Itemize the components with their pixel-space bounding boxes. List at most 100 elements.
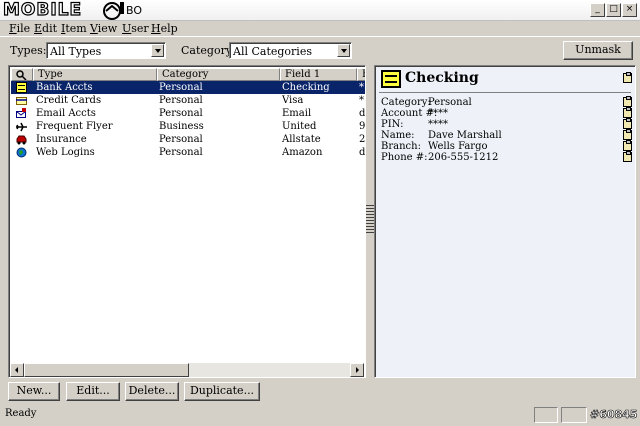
filter-toolbar: Types: All Types Category: All Categorie… xyxy=(0,39,640,63)
action-button-row: New... Edit... Delete... Duplicate... xyxy=(0,382,640,402)
maximize-button[interactable]: □ xyxy=(606,3,621,17)
bank-icon xyxy=(16,82,27,93)
status-text: Ready xyxy=(5,408,37,419)
column-header-icon[interactable] xyxy=(11,68,33,81)
watermark: #60845 xyxy=(590,408,638,422)
menu-help[interactable]: Help xyxy=(151,22,178,35)
delete-button[interactable]: Delete... xyxy=(125,382,179,401)
cell-field1: United xyxy=(282,121,317,132)
field-value: **** xyxy=(428,108,448,119)
cell-category: Personal xyxy=(159,108,203,119)
list-item[interactable]: Credit Cards Personal Visa * xyxy=(11,94,365,107)
clipboard-icon[interactable] xyxy=(623,151,632,162)
types-value: All Types xyxy=(50,45,102,58)
field-value: Personal xyxy=(428,97,472,108)
detail-pane: Checking Category: Personal Account #: *… xyxy=(374,65,636,378)
item-list[interactable]: Type Category Field 1 F Bank Accts Perso… xyxy=(8,65,366,378)
list-header: Type Category Field 1 F xyxy=(11,68,365,81)
cell-category: Personal xyxy=(159,134,203,145)
category-value: All Categories xyxy=(233,45,312,58)
clipboard-icon[interactable] xyxy=(623,72,632,83)
list-item[interactable]: Bank Accts Personal Checking * xyxy=(11,81,365,94)
cell-type: Insurance xyxy=(36,134,87,145)
cell-field2: d: xyxy=(359,147,366,158)
field-value: Wells Fargo xyxy=(428,141,488,152)
field-label: Phone #: xyxy=(381,152,428,163)
menu-view[interactable]: View xyxy=(90,22,117,35)
horizontal-scrollbar[interactable] xyxy=(10,363,364,377)
clipboard-icon[interactable] xyxy=(623,118,632,129)
splitter-grip-icon[interactable] xyxy=(366,205,374,235)
credit-card-icon xyxy=(16,97,27,105)
scroll-right-button[interactable] xyxy=(350,363,364,377)
menu-edit[interactable]: Edit xyxy=(34,22,57,35)
new-button[interactable]: New... xyxy=(8,382,60,401)
divider xyxy=(379,92,631,93)
key-icon xyxy=(16,70,27,80)
arrow-left-icon xyxy=(15,367,18,373)
status-bar: Ready xyxy=(0,404,640,426)
cell-field2: d: xyxy=(359,108,366,119)
list-item[interactable]: Email Accts Personal Email d: xyxy=(11,107,365,120)
types-dropdown[interactable]: All Types xyxy=(46,42,166,59)
email-icon xyxy=(16,108,26,118)
clipboard-icon[interactable] xyxy=(623,140,632,151)
status-panel xyxy=(561,407,587,423)
cell-category: Personal xyxy=(159,147,203,158)
title-bar: MOBILE BO _ □ × xyxy=(0,0,640,21)
list-item[interactable]: Web Logins Personal Amazon d: xyxy=(11,146,365,159)
category-dropdown[interactable]: All Categories xyxy=(229,42,352,59)
unmask-button[interactable]: Unmask xyxy=(563,41,633,60)
cell-type: Credit Cards xyxy=(36,95,102,106)
logo-text: MOBILE xyxy=(2,0,83,20)
clipboard-icon[interactable] xyxy=(623,129,632,140)
car-icon xyxy=(16,135,27,145)
field-label: PIN: xyxy=(381,119,404,130)
list-item[interactable]: Insurance Personal Allstate 2: xyxy=(11,133,365,146)
app-logo: MOBILE xyxy=(2,0,83,20)
minimize-button[interactable]: _ xyxy=(590,3,605,17)
arrow-right-icon xyxy=(356,367,359,373)
menu-user[interactable]: User xyxy=(122,22,149,35)
chevron-down-icon[interactable] xyxy=(151,44,164,57)
column-header-type[interactable]: Type xyxy=(33,68,157,81)
cell-field2: * xyxy=(359,95,364,106)
airplane-icon xyxy=(16,122,27,132)
cell-type: Bank Accts xyxy=(36,82,93,93)
bank-icon xyxy=(381,70,401,88)
cell-category: Personal xyxy=(159,82,203,93)
menu-file[interactable]: File xyxy=(9,22,30,35)
cell-field2: 9: xyxy=(359,121,366,132)
cell-field1: Amazon xyxy=(282,147,323,158)
globe-icon xyxy=(16,147,27,158)
window-title: BO xyxy=(126,4,143,17)
column-header-category[interactable]: Category xyxy=(157,68,280,81)
cell-type: Email Accts xyxy=(36,108,96,119)
edit-button[interactable]: Edit... xyxy=(66,382,120,401)
cell-field1: Email xyxy=(282,108,312,119)
cell-field2: * xyxy=(359,82,364,93)
column-header-field2[interactable]: F xyxy=(357,68,365,81)
scroll-thumb[interactable] xyxy=(24,363,189,377)
menu-item[interactable]: Item xyxy=(61,22,87,35)
types-label: Types: xyxy=(10,44,47,57)
cell-field1: Allstate xyxy=(282,134,321,145)
menu-bar: File Edit Item View User Help xyxy=(0,21,640,37)
pane-splitter[interactable] xyxy=(366,65,374,378)
clipboard-icon[interactable] xyxy=(623,107,632,118)
cell-category: Business xyxy=(159,121,204,132)
column-header-field1[interactable]: Field 1 xyxy=(280,68,357,81)
duplicate-button[interactable]: Duplicate... xyxy=(184,382,260,401)
field-label: Name: xyxy=(381,130,415,141)
scroll-left-button[interactable] xyxy=(10,363,24,377)
cell-field1: Checking xyxy=(282,82,330,93)
clipboard-icon[interactable] xyxy=(623,96,632,107)
cell-type: Web Logins xyxy=(36,147,95,158)
category-label: Category: xyxy=(181,44,236,57)
list-item[interactable]: Frequent Flyer Business United 9: xyxy=(11,120,365,133)
cell-field1: Visa xyxy=(282,95,304,106)
status-panel xyxy=(534,407,558,423)
close-button[interactable]: × xyxy=(622,3,637,17)
field-value: Dave Marshall xyxy=(428,130,502,141)
chevron-down-icon[interactable] xyxy=(337,44,350,57)
